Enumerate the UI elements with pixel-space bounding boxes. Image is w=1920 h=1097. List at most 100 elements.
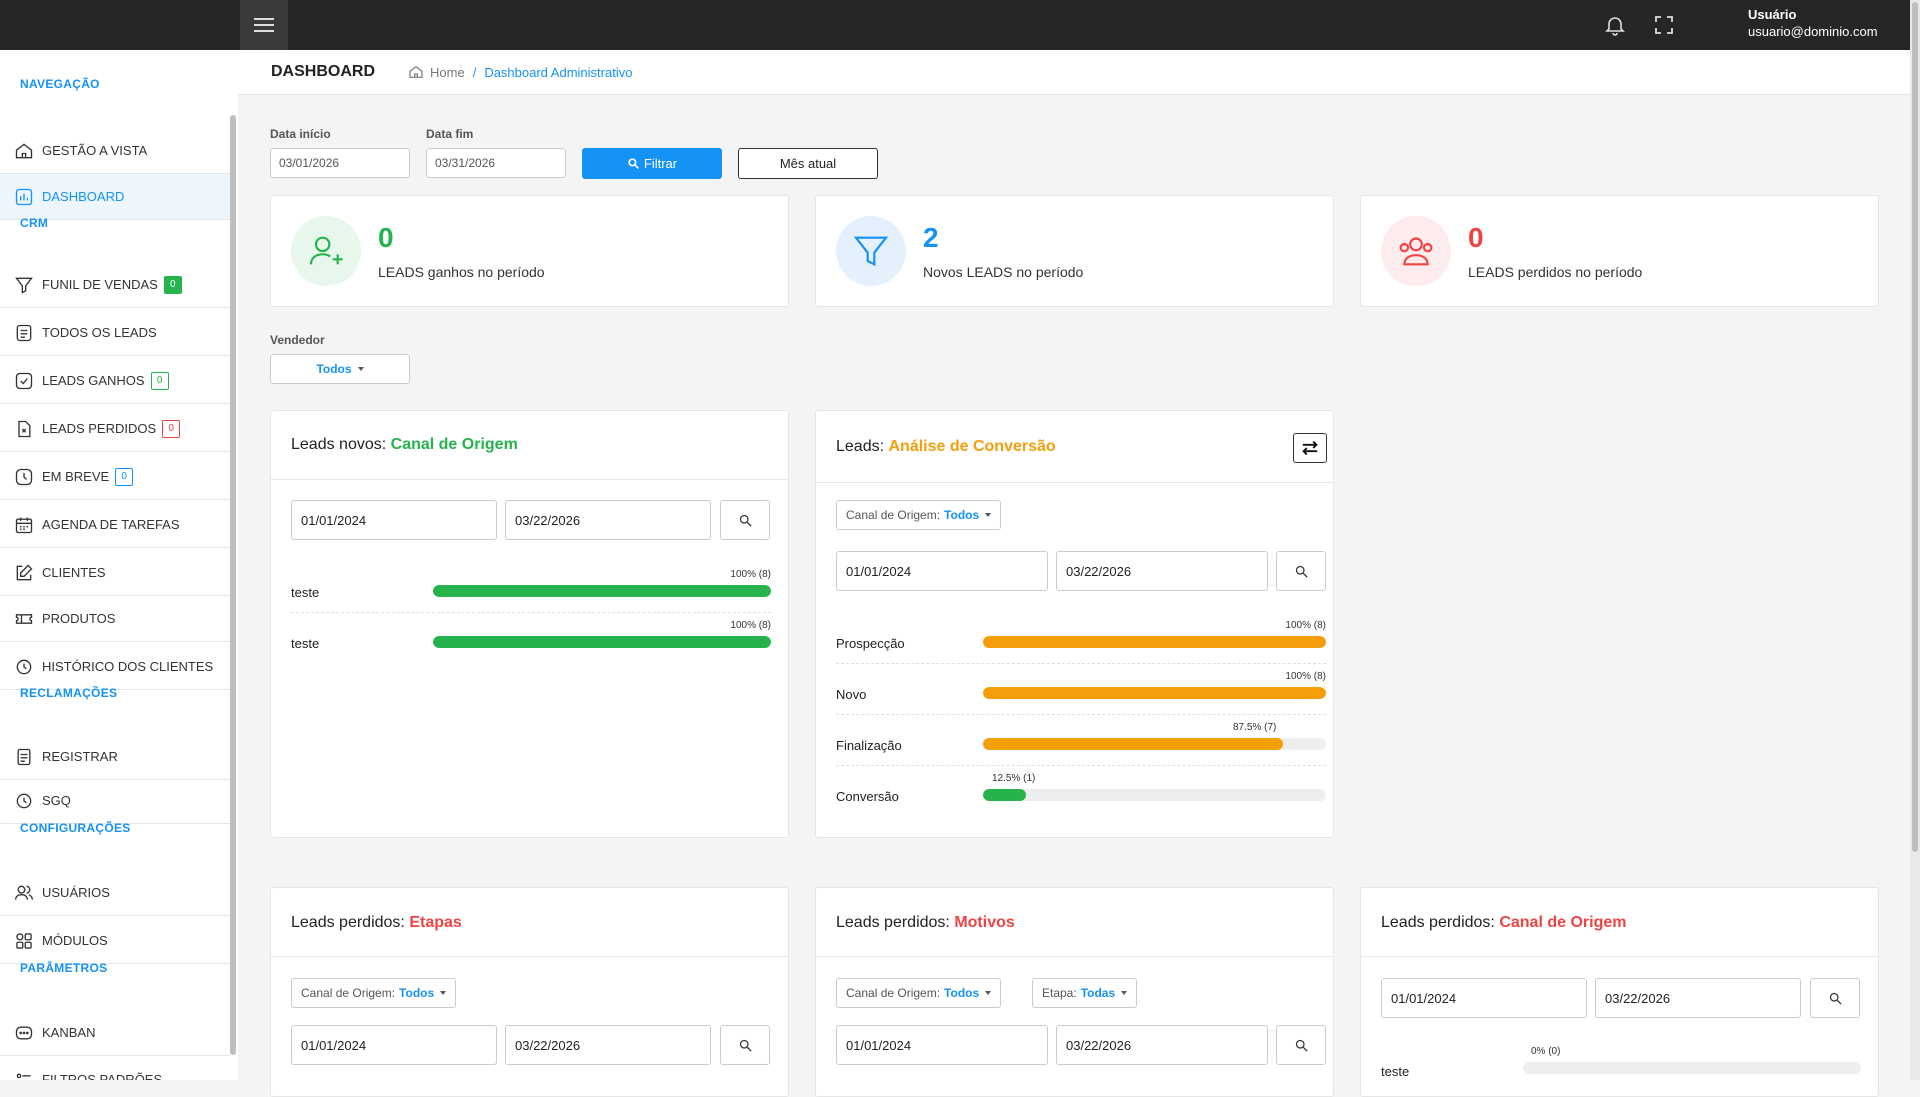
sidebar-item-modulos[interactable]: MÓDULOS xyxy=(0,918,230,964)
card-title: Leads: Análise de Conversão xyxy=(836,438,1056,456)
sidebar-item-em-breve[interactable]: EM BREVE 0 xyxy=(0,454,230,500)
stat-card-new: 2 Novos LEADS no período xyxy=(815,195,1334,307)
stat-value: 0 xyxy=(1468,222,1484,253)
progress-bar xyxy=(1523,1062,1861,1074)
search-button[interactable] xyxy=(1276,1025,1326,1065)
filter-button[interactable]: Filtrar xyxy=(582,148,722,179)
stat-icon-won xyxy=(291,216,361,286)
edit-icon xyxy=(16,564,33,580)
stage-select[interactable]: Etapa: Todas xyxy=(1032,978,1138,1008)
date-end-input[interactable]: 03/22/2026 xyxy=(505,500,711,540)
sidebar-item-clientes[interactable]: CLIENTES xyxy=(0,550,230,596)
sidebar-item-filtros-padroes[interactable]: FILTROS PADRÕES xyxy=(0,1057,230,1080)
card-title-highlight: Motivos xyxy=(954,914,1015,931)
grid-icon xyxy=(16,932,32,949)
start-date-input[interactable]: 03/01/2026 xyxy=(270,148,410,178)
search-icon xyxy=(1295,565,1308,578)
date-start-input[interactable]: 01/01/2024 xyxy=(1381,978,1587,1018)
row-percent: 100% (8) xyxy=(1285,620,1326,631)
page-header: DASHBOARD Home / Dashboard Administrativ… xyxy=(238,50,1910,95)
sidebar-item-usuarios[interactable]: USUÁRIOS xyxy=(0,870,230,916)
card-title-highlight: Canal de Origem xyxy=(1499,914,1627,931)
divider xyxy=(1361,956,1878,957)
sidebar-item-todos-os-leads[interactable]: TODOS OS LEADS xyxy=(0,310,230,356)
sidebar-item-leads-perdidos[interactable]: LEADS PERDIDOS 0 xyxy=(0,406,230,452)
sidebar-item-leads-ganhos[interactable]: LEADS GANHOS 0 xyxy=(0,358,230,404)
sidebar-item-historico-dos-clientes[interactable]: HISTÓRICO DOS CLIENTES xyxy=(0,644,230,690)
sidebar-item-produtos[interactable]: PRODUTOS xyxy=(0,596,230,642)
sidebar-item-funil-de-vendas[interactable]: FUNIL DE VENDAS 0 xyxy=(0,262,230,308)
date-end-input[interactable]: 03/22/2026 xyxy=(1595,978,1801,1018)
card-title: Leads perdidos: Canal de Origem xyxy=(1381,914,1626,932)
sidebar-item-label: CLIENTES xyxy=(42,565,106,580)
card-title: Leads perdidos: Etapas xyxy=(291,914,462,932)
user-info[interactable]: Usuário usuario@dominio.com xyxy=(1748,6,1878,40)
page-scrollbar-thumb[interactable] xyxy=(1912,2,1918,852)
sidebar-item-kanban[interactable]: KANBAN xyxy=(0,1010,230,1056)
sidebar-item-label: FUNIL DE VENDAS xyxy=(42,277,158,292)
progress-bar xyxy=(983,738,1326,750)
search-button[interactable] xyxy=(1276,551,1326,591)
breadcrumb-current[interactable]: Dashboard Administrativo xyxy=(484,65,632,80)
search-button[interactable] xyxy=(720,1025,770,1065)
row-percent: 100% (8) xyxy=(730,569,771,580)
bar-row: Finalização 87.5% (7) xyxy=(836,716,1326,766)
row-label: Finalização xyxy=(836,738,902,753)
select-value: Todos xyxy=(399,986,435,1000)
select-value: Todos xyxy=(944,986,980,1000)
end-date-input[interactable]: 03/31/2026 xyxy=(426,148,566,178)
date-start-input[interactable]: 01/01/2024 xyxy=(291,1025,497,1065)
calendar-icon xyxy=(15,517,33,533)
sidebar-item-agenda-de-tarefas[interactable]: AGENDA DE TAREFAS xyxy=(0,502,230,548)
progress-fill xyxy=(983,687,1326,699)
canal-origem-select[interactable]: Canal de Origem: Todos xyxy=(836,978,1002,1008)
bar-row: teste 100% (8) xyxy=(291,563,771,613)
sidebar-scrollbar[interactable] xyxy=(230,115,236,1055)
badge-count: 0 xyxy=(115,467,134,486)
bar-row: Conversão 12.5% (1) xyxy=(836,767,1326,817)
canal-origem-select[interactable]: Canal de Origem: Todos xyxy=(291,978,457,1008)
sidebar-item-label: GESTÃO A VISTA xyxy=(42,143,148,158)
section-navegacao: NAVEGAÇÃO xyxy=(20,77,100,91)
search-button[interactable] xyxy=(720,500,770,540)
date-end-input[interactable]: 03/22/2026 xyxy=(1056,1025,1268,1065)
row-percent: 12.5% (1) xyxy=(992,773,1036,784)
history-clock-icon xyxy=(16,659,32,674)
canal-origem-select[interactable]: Canal de Origem: Todos xyxy=(836,500,1002,530)
start-date-label: Data início xyxy=(270,127,331,141)
stat-icon-new xyxy=(836,216,906,286)
clipboard-icon xyxy=(17,748,31,765)
bar-row: Novo 100% (8) xyxy=(836,665,1326,715)
row-label: Prospecção xyxy=(836,636,905,651)
sidebar-item-registrar[interactable]: REGISTRAR xyxy=(0,734,230,780)
date-end-input[interactable]: 03/22/2026 xyxy=(1056,551,1268,591)
date-start-input[interactable]: 01/01/2024 xyxy=(291,500,497,540)
seller-select[interactable]: Todos xyxy=(270,354,410,384)
current-month-button[interactable]: Mês atual xyxy=(738,148,878,179)
card-title: Leads perdidos: Motivos xyxy=(836,914,1015,932)
date-start-input[interactable]: 01/01/2024 xyxy=(836,1025,1048,1065)
sidebar-item-gestao-a-vista[interactable]: GESTÃO A VISTA xyxy=(0,128,230,174)
swap-button[interactable] xyxy=(1293,433,1327,463)
progress-fill xyxy=(983,789,1026,801)
home-icon[interactable] xyxy=(408,64,424,80)
sidebar-item-dashboard[interactable]: DASHBOARD xyxy=(0,174,230,220)
bell-icon[interactable] xyxy=(1603,13,1627,37)
breadcrumb-home[interactable]: Home xyxy=(430,65,465,80)
progress-bar xyxy=(433,585,771,597)
hamburger-menu-button[interactable] xyxy=(240,0,288,50)
row-percent: 87.5% (7) xyxy=(1233,722,1277,733)
sidebar-item-sgq[interactable]: SGQ xyxy=(0,778,230,824)
page-scrollbar[interactable] xyxy=(1910,0,1920,1080)
sidebar-item-label: FILTROS PADRÕES xyxy=(42,1072,163,1080)
date-start-input[interactable]: 01/01/2024 xyxy=(836,551,1048,591)
search-button[interactable] xyxy=(1810,978,1860,1018)
date-end-input[interactable]: 03/22/2026 xyxy=(505,1025,711,1065)
stat-value: 0 xyxy=(378,222,394,253)
row-percent: 100% (8) xyxy=(1285,671,1326,682)
breadcrumb-separator: / xyxy=(472,64,477,80)
sidebar-item-label: TODOS OS LEADS xyxy=(42,325,157,340)
section-configuracoes: CONFIGURAÇÕES xyxy=(20,821,131,835)
fullscreen-icon[interactable] xyxy=(1652,13,1676,37)
bar-row: teste 100% (8) xyxy=(291,614,771,664)
